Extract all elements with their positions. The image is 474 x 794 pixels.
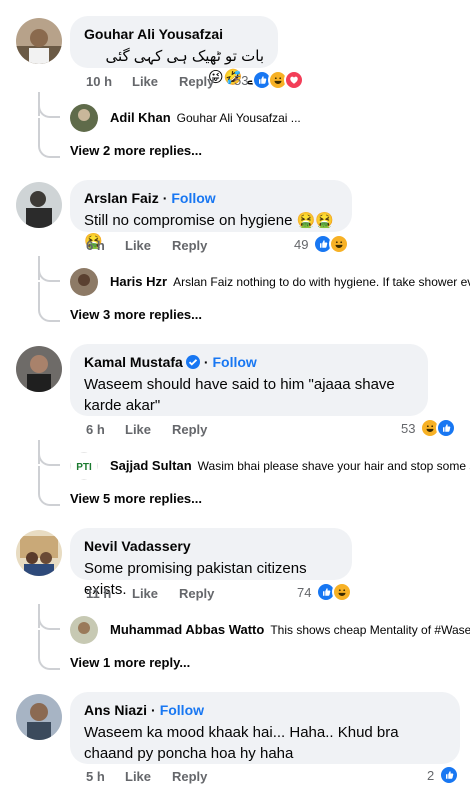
reaction-icons[interactable]: [439, 765, 459, 785]
haha-reaction-icon: [329, 234, 349, 254]
reply-line: Sajjad Sultan Wasim bhai please shave you…: [110, 458, 470, 474]
reply-line: Muhammad Abbas Watto This shows cheap Men…: [110, 622, 470, 638]
separator-dot: ·: [151, 702, 156, 718]
comment-author[interactable]: Nevil Vadassery: [84, 537, 338, 555]
reply-author[interactable]: Muhammad Abbas Watto: [110, 622, 264, 637]
avatar[interactable]: [16, 18, 62, 64]
view-more-replies[interactable]: View 2 more replies...: [70, 143, 202, 158]
follow-button[interactable]: Follow: [171, 190, 215, 206]
comment-author[interactable]: Ans Niazi: [84, 702, 147, 718]
reply-button[interactable]: Reply: [172, 421, 207, 439]
comment: Ans Niazi · Follow Waseem ka mood khaak ha…: [0, 690, 474, 794]
comment-time[interactable]: 6 h: [86, 237, 105, 255]
avatar[interactable]: [16, 346, 62, 392]
thread-connector: [38, 118, 60, 158]
comment-bubble: Nevil Vadassery Some promising pakistan …: [70, 528, 352, 598]
reply-button[interactable]: Reply: [179, 73, 214, 91]
comment-bubble: Gouhar Ali Yousafzai بات تو ٹھیک ہی کہی …: [70, 16, 278, 86]
view-more-replies[interactable]: View 5 more replies...: [70, 491, 202, 506]
reply-text: Wasim bhai please shave your hair and st…: [197, 459, 470, 473]
reaction-count[interactable]: 2: [427, 767, 434, 785]
reply-line: Haris Hzr Arslan Faiz nothing to do with …: [110, 274, 470, 290]
avatar[interactable]: [16, 182, 62, 228]
reaction-count[interactable]: 53: [234, 72, 248, 90]
comment-bubble: Ans Niazi · Follow Waseem ka mood khaak ha…: [70, 692, 460, 764]
reaction-count[interactable]: 74: [297, 584, 311, 602]
comment-actions: 5 h Like Reply: [86, 768, 466, 786]
comment-author[interactable]: Gouhar Ali Yousafzai: [84, 25, 264, 43]
avatar[interactable]: [16, 530, 62, 576]
comment-actions: 11 h Like Reply: [86, 585, 466, 603]
reaction-icons[interactable]: [252, 70, 304, 90]
comment: Kamal Mustafa · Follow Waseem should have …: [0, 342, 474, 512]
reply-button[interactable]: Reply: [179, 585, 214, 603]
like-reaction-icon: [439, 765, 459, 785]
author-line: Ans Niazi · Follow: [84, 701, 446, 719]
reaction-count[interactable]: 53: [401, 420, 415, 438]
comment-text: Waseem should have said to him "ajaaa sh…: [84, 376, 395, 414]
comment-time[interactable]: 10 h: [86, 73, 112, 91]
comment-actions: 6 h Like Reply: [86, 237, 466, 255]
like-button[interactable]: Like: [125, 768, 151, 786]
thread-connector: [38, 630, 60, 670]
avatar[interactable]: [70, 268, 98, 296]
love-reaction-icon: [284, 70, 304, 90]
comment-time[interactable]: 6 h: [86, 421, 105, 439]
comment-text: Waseem ka mood khaak hai... Haha.. Khud …: [84, 724, 399, 762]
reaction-icons[interactable]: [316, 582, 352, 602]
avatar[interactable]: [70, 104, 98, 132]
reply-preview[interactable]: Haris Hzr Arslan Faiz nothing to do with …: [70, 268, 470, 298]
comment: Gouhar Ali Yousafzai بات تو ٹھیک ہی کہی …: [0, 14, 474, 164]
reply-author[interactable]: Adil Khan: [110, 110, 171, 125]
reply-line: Adil Khan Gouhar Ali Yousafzai ...: [110, 110, 470, 126]
comment-author[interactable]: Arslan Faiz: [84, 190, 159, 206]
follow-button[interactable]: Follow: [212, 354, 256, 370]
thread-connector: [38, 282, 60, 322]
like-button[interactable]: Like: [132, 73, 158, 91]
comment: Arslan Faiz · Follow Still no compromise o…: [0, 178, 474, 328]
author-line: Arslan Faiz · Follow: [84, 189, 338, 207]
like-button[interactable]: Like: [125, 237, 151, 255]
separator-dot: ·: [162, 190, 168, 206]
reply-preview[interactable]: Adil Khan Gouhar Ali Yousafzai ...: [70, 104, 470, 134]
avatar[interactable]: PTI: [70, 452, 98, 480]
reply-text: This shows cheap Mentality of #Wasee...: [270, 623, 470, 637]
avatar[interactable]: [16, 694, 62, 740]
reaction-icons[interactable]: [313, 234, 349, 254]
comment-bubble: Arslan Faiz · Follow Still no compromise o…: [70, 180, 352, 250]
reaction-icons[interactable]: [420, 418, 456, 438]
thread-connector: [38, 452, 60, 466]
comment-time[interactable]: 11 h: [86, 585, 111, 603]
svg-text:PTI: PTI: [76, 462, 92, 473]
separator-dot: ·: [203, 354, 209, 370]
reply-preview[interactable]: Muhammad Abbas Watto This shows cheap Men…: [70, 616, 470, 646]
reply-text: Gouhar Ali Yousafzai ...: [176, 111, 301, 125]
haha-reaction-icon: [332, 582, 352, 602]
author-line: Kamal Mustafa · Follow: [84, 353, 414, 371]
thread-connector: [38, 104, 60, 118]
thread-connector: [38, 466, 60, 506]
reply-button[interactable]: Reply: [172, 237, 207, 255]
like-reaction-icon: [436, 418, 456, 438]
reaction-count[interactable]: 49: [294, 236, 308, 254]
reply-preview[interactable]: PTI Sajjad Sultan Wasim bhai please shave…: [70, 452, 470, 482]
reply-text: Arslan Faiz nothing to do with hygiene. …: [173, 275, 470, 289]
comment: Nevil Vadassery Some promising pakistan …: [0, 526, 474, 676]
follow-button[interactable]: Follow: [160, 702, 204, 718]
view-more-replies[interactable]: View 3 more replies...: [70, 307, 202, 322]
reply-author[interactable]: Haris Hzr: [110, 274, 167, 289]
like-button[interactable]: Like: [132, 585, 158, 603]
reply-button[interactable]: Reply: [172, 768, 207, 786]
avatar[interactable]: [70, 616, 98, 644]
comment-time[interactable]: 5 h: [86, 768, 105, 786]
comment-author[interactable]: Kamal Mustafa: [84, 354, 183, 370]
like-button[interactable]: Like: [125, 421, 151, 439]
view-more-replies[interactable]: View 1 more reply...: [70, 655, 190, 670]
reply-author[interactable]: Sajjad Sultan: [110, 458, 192, 473]
thread-connector: [38, 268, 60, 282]
verified-badge-icon: [185, 355, 200, 369]
thread-connector: [38, 616, 60, 630]
comment-bubble: Kamal Mustafa · Follow Waseem should have …: [70, 344, 428, 416]
